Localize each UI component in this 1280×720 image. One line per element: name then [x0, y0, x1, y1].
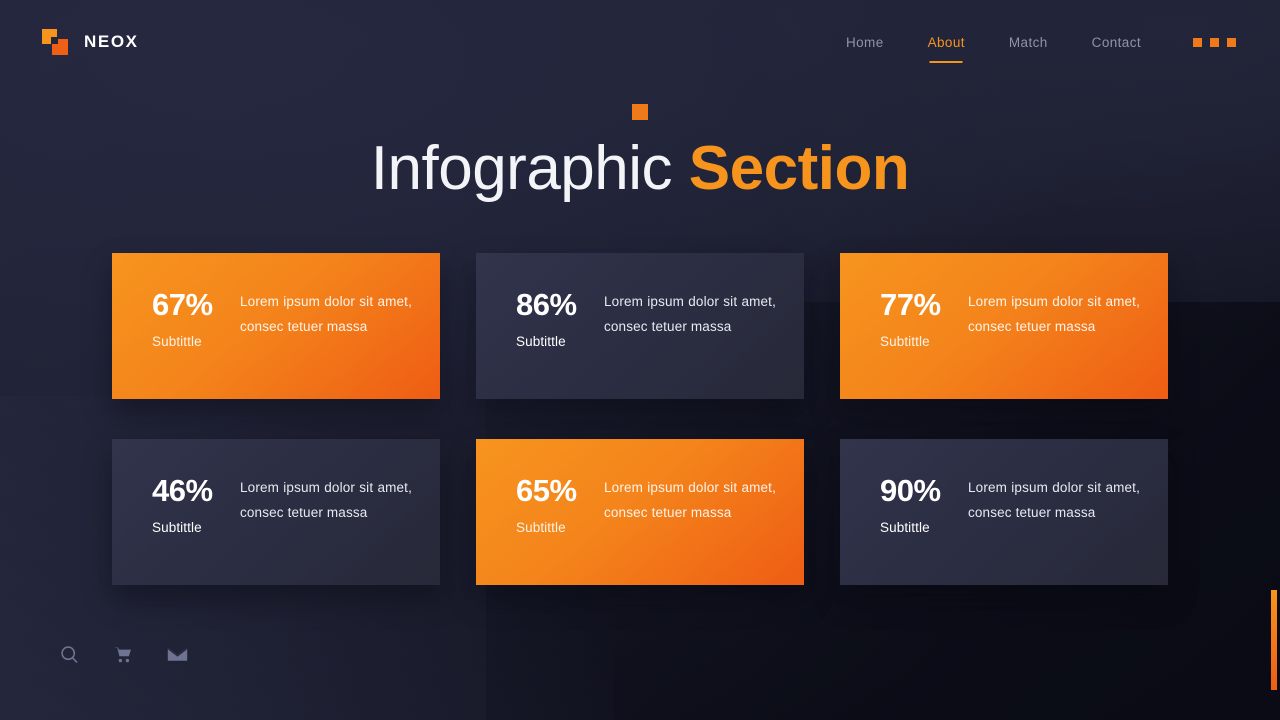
- stat-card-3-body: Lorem ipsum dolor sit amet, consec tetue…: [968, 294, 1140, 334]
- stat-card-5-subtitle: Subtittle: [516, 520, 566, 535]
- stat-card-5-left: 65% Subtittle: [476, 475, 604, 535]
- two-squares-logo-icon: [42, 29, 68, 55]
- stat-card-2-left: 86% Subtittle: [476, 289, 604, 349]
- stat-card-5-percent: 65%: [516, 473, 577, 508]
- stat-card-6-left: 90% Subtittle: [840, 475, 968, 535]
- mail-icon[interactable]: [167, 647, 188, 662]
- footer-icon-bar: [60, 645, 188, 664]
- stat-card-4-body: Lorem ipsum dolor sit amet, consec tetue…: [240, 480, 412, 520]
- stat-card-5[interactable]: 65% Subtittle Lorem ipsum dolor sit amet…: [476, 439, 804, 585]
- nav-item-about[interactable]: About: [906, 29, 987, 63]
- stat-card-2-percent: 86%: [516, 287, 577, 322]
- stat-card-1[interactable]: 67% Subtittle Lorem ipsum dolor sit amet…: [112, 253, 440, 399]
- page-title-light: Infographic: [370, 134, 673, 203]
- stat-card-6-percent: 90%: [880, 473, 941, 508]
- search-icon[interactable]: [60, 645, 79, 664]
- menu-square-1: [1193, 37, 1202, 47]
- menu-square-3: [1227, 37, 1236, 47]
- scrollbar-thumb[interactable]: [1271, 590, 1277, 690]
- nav-item-home[interactable]: Home: [824, 29, 906, 56]
- page-root: NEOX Home About Match Contact Infographi…: [0, 0, 1280, 720]
- stat-card-1-left: 67% Subtittle: [112, 289, 240, 349]
- stat-card-4-percent: 46%: [152, 473, 213, 508]
- orange-square-accent-icon: [632, 104, 648, 120]
- stat-card-4-subtitle: Subtittle: [152, 520, 202, 535]
- nav-item-match[interactable]: Match: [987, 29, 1070, 56]
- stat-card-6-body: Lorem ipsum dolor sit amet, consec tetue…: [968, 480, 1140, 520]
- infographic-card-grid: 67% Subtittle Lorem ipsum dolor sit amet…: [112, 253, 1168, 585]
- three-squares-menu-icon[interactable]: [1193, 37, 1236, 47]
- stat-card-1-subtitle: Subtittle: [152, 334, 202, 349]
- stat-card-4[interactable]: 46% Subtittle Lorem ipsum dolor sit amet…: [112, 439, 440, 585]
- stat-card-3-left: 77% Subtittle: [840, 289, 968, 349]
- stat-card-2-subtitle: Subtittle: [516, 334, 566, 349]
- scrollbar-track[interactable]: [1271, 0, 1280, 720]
- stat-card-3[interactable]: 77% Subtittle Lorem ipsum dolor sit amet…: [840, 253, 1168, 399]
- stat-card-2-body: Lorem ipsum dolor sit amet, consec tetue…: [604, 294, 776, 334]
- brand-logo[interactable]: NEOX: [42, 29, 139, 55]
- stat-card-3-subtitle: Subtittle: [880, 334, 930, 349]
- cart-icon[interactable]: [113, 645, 133, 664]
- brand-name: NEOX: [84, 32, 139, 51]
- stat-card-1-percent: 67%: [152, 287, 213, 322]
- stat-card-4-left: 46% Subtittle: [112, 475, 240, 535]
- stat-card-2[interactable]: 86% Subtittle Lorem ipsum dolor sit amet…: [476, 253, 804, 399]
- main-navigation: Home About Match Contact: [824, 29, 1236, 63]
- hero-title-block: Infographic Section: [0, 104, 1280, 200]
- page-title: Infographic Section: [0, 138, 1280, 200]
- menu-square-2: [1210, 37, 1219, 47]
- stat-card-5-body: Lorem ipsum dolor sit amet, consec tetue…: [604, 480, 776, 520]
- site-header: NEOX Home About Match Contact: [0, 0, 1280, 84]
- nav-active-underline: [929, 60, 963, 63]
- logo-square-notch: [51, 37, 58, 44]
- stat-card-1-body: Lorem ipsum dolor sit amet, consec tetue…: [240, 294, 412, 334]
- stat-card-3-percent: 77%: [880, 287, 941, 322]
- nav-item-contact[interactable]: Contact: [1070, 29, 1163, 56]
- stat-card-6[interactable]: 90% Subtittle Lorem ipsum dolor sit amet…: [840, 439, 1168, 585]
- page-title-bold: Section: [688, 134, 910, 203]
- stat-card-6-subtitle: Subtittle: [880, 520, 930, 535]
- nav-item-about-label: About: [927, 34, 965, 50]
